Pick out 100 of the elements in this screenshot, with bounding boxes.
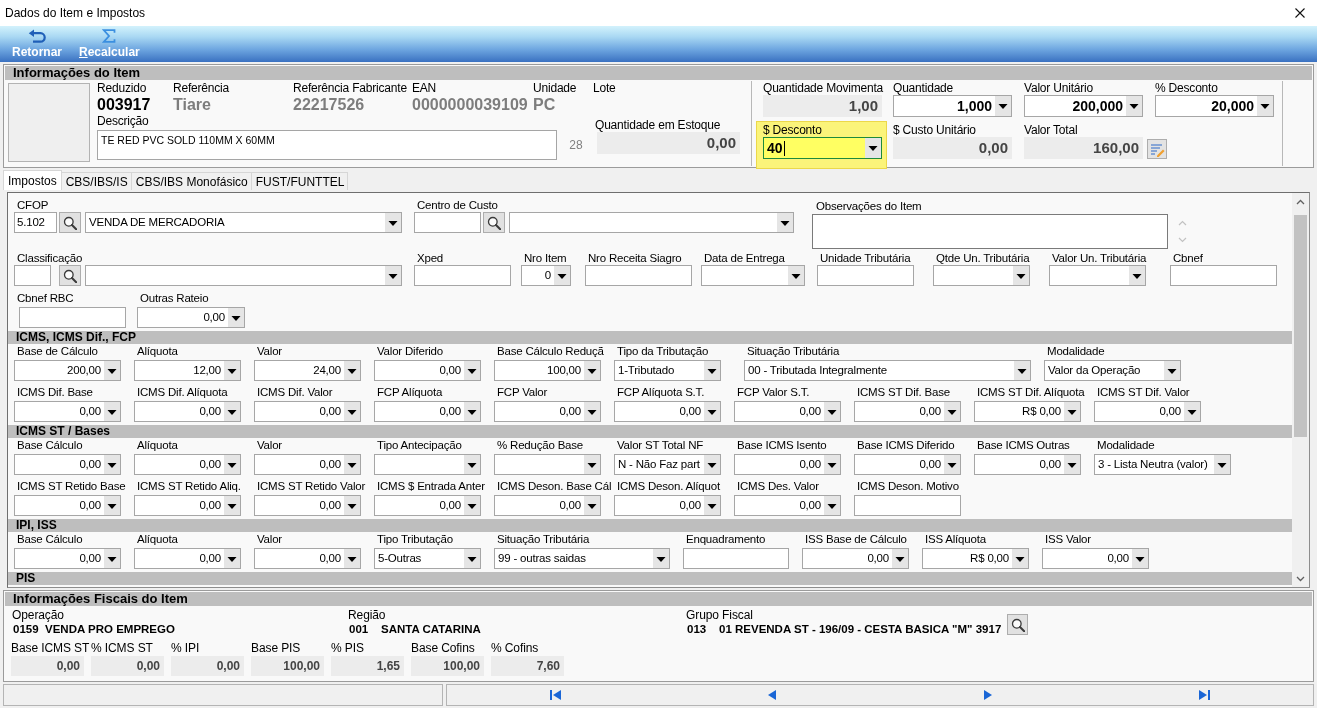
dropdown-field[interactable]: 0,00 [254, 548, 361, 569]
dropdown-field[interactable]: 0,00 [254, 495, 361, 516]
caret-icon[interactable] [995, 96, 1011, 116]
caret-icon[interactable] [104, 455, 120, 474]
caret-icon[interactable] [865, 138, 881, 158]
dropdown-field[interactable]: 200,00 [14, 360, 121, 381]
dropdown-field[interactable]: R$ 0,00 [974, 401, 1081, 422]
dropdown-field[interactable]: R$ 0,00 [922, 548, 1029, 569]
dropdown-field[interactable]: 0,00 [494, 401, 601, 422]
dropdown-field[interactable]: 0,00 [854, 401, 961, 422]
dropdown-field[interactable]: VENDA DE MERCADORIA [85, 212, 402, 233]
caret-icon[interactable] [228, 308, 244, 327]
scrollbar-thumb[interactable] [1294, 215, 1307, 437]
caret-icon[interactable] [824, 455, 840, 474]
dropdown-field[interactable]: 100,00 [494, 360, 601, 381]
dropdown-field[interactable]: 0,00 [374, 495, 481, 516]
caret-icon[interactable] [104, 549, 120, 568]
caret-icon[interactable] [704, 496, 720, 515]
dropdown-field[interactable]: 0,00 [14, 454, 121, 475]
caret-icon[interactable] [1132, 549, 1148, 568]
dropdown-field[interactable]: 24,00 [254, 360, 361, 381]
dropdown-field[interactable]: 0,00 [254, 454, 361, 475]
caret-icon[interactable] [704, 361, 720, 380]
input-field[interactable] [1170, 265, 1277, 286]
caret-icon[interactable] [1013, 266, 1029, 285]
close-button[interactable] [1295, 8, 1305, 18]
caret-icon[interactable] [104, 496, 120, 515]
caret-icon[interactable] [464, 402, 480, 421]
dropdown-field[interactable]: 200,000 [1024, 95, 1143, 117]
tab[interactable]: FUST/FUNTTEL [250, 172, 349, 190]
tab[interactable]: Impostos [3, 170, 62, 190]
input-field[interactable] [585, 265, 692, 286]
caret-icon[interactable] [584, 361, 600, 380]
dropdown-field[interactable]: 0,00 [134, 548, 241, 569]
caret-icon[interactable] [344, 402, 360, 421]
dropdown-field[interactable]: 0,00 [14, 401, 121, 422]
dropdown-field[interactable]: 1,000 [893, 95, 1012, 117]
dropdown-field[interactable] [374, 454, 481, 475]
caret-icon[interactable] [224, 496, 240, 515]
dropdown-field[interactable]: Valor da Operação [1044, 360, 1181, 381]
caret-icon[interactable] [1012, 549, 1028, 568]
caret-icon[interactable] [777, 213, 793, 232]
caret-icon[interactable] [385, 213, 401, 232]
caret-icon[interactable] [788, 266, 804, 285]
caret-icon[interactable] [1126, 96, 1142, 116]
caret-icon[interactable] [224, 361, 240, 380]
caret-icon[interactable] [1214, 455, 1230, 474]
dropdown-field[interactable]: 0,00 [494, 495, 601, 516]
caret-icon[interactable] [704, 402, 720, 421]
dropdown-field[interactable] [1049, 265, 1146, 286]
input-field[interactable] [854, 495, 961, 516]
dropdown-field[interactable]: 3 - Lista Neutra (valor) [1094, 454, 1231, 475]
dropdown-field[interactable]: 1-Tributado [614, 360, 721, 381]
dropdown-field[interactable]: 5-Outras [374, 548, 481, 569]
dropdown-field[interactable]: 0,00 [734, 401, 841, 422]
caret-icon[interactable] [464, 361, 480, 380]
dropdown-field[interactable]: 00 - Tributada Integralmente [744, 360, 1031, 381]
dropdown-field[interactable]: 0,00 [974, 454, 1081, 475]
dropdown-field[interactable]: 0,00 [854, 454, 961, 475]
caret-icon[interactable] [104, 361, 120, 380]
caret-icon[interactable] [1129, 266, 1145, 285]
dropdown-field[interactable]: 0 [521, 265, 571, 286]
dropdown-field[interactable]: 0,00 [614, 401, 721, 422]
caret-icon[interactable] [944, 402, 960, 421]
input-field[interactable] [19, 307, 126, 328]
caret-icon[interactable] [344, 455, 360, 474]
dropdown-field[interactable]: 40 [763, 137, 882, 159]
caret-icon[interactable] [224, 402, 240, 421]
dropdown-field[interactable]: N - Não Faz part [614, 454, 721, 475]
caret-icon[interactable] [653, 549, 669, 568]
caret-icon[interactable] [344, 496, 360, 515]
dropdown-field[interactable]: 0,00 [14, 495, 121, 516]
caret-icon[interactable] [824, 402, 840, 421]
dropdown-field[interactable]: 0,00 [134, 401, 241, 422]
input-field[interactable] [683, 548, 789, 569]
search-button[interactable] [483, 212, 505, 233]
caret-icon[interactable] [1064, 402, 1080, 421]
text-area[interactable] [812, 214, 1168, 249]
caret-icon[interactable] [584, 455, 600, 474]
dropdown-field[interactable]: 0,00 [134, 454, 241, 475]
dropdown-field[interactable]: 0,00 [134, 495, 241, 516]
caret-icon[interactable] [704, 455, 720, 474]
dropdown-field[interactable] [933, 265, 1030, 286]
caret-icon[interactable] [892, 549, 908, 568]
dropdown-field[interactable]: 0,00 [734, 495, 841, 516]
search-button[interactable] [59, 212, 81, 233]
caret-icon[interactable] [584, 402, 600, 421]
input-field[interactable] [817, 265, 914, 286]
caret-icon[interactable] [1014, 361, 1030, 380]
code-field[interactable] [414, 212, 481, 233]
input-field[interactable] [414, 265, 511, 286]
dropdown-field[interactable]: 0,00 [614, 495, 721, 516]
vertical-scrollbar[interactable] [1292, 193, 1309, 587]
caret-icon[interactable] [1184, 402, 1200, 421]
dropdown-field[interactable]: 0,00 [374, 360, 481, 381]
caret-icon[interactable] [1257, 96, 1273, 116]
code-field[interactable]: 5.102 [14, 212, 57, 233]
dropdown-field[interactable] [701, 265, 805, 286]
dropdown-field[interactable]: 0,00 [14, 548, 121, 569]
caret-icon[interactable] [104, 402, 120, 421]
